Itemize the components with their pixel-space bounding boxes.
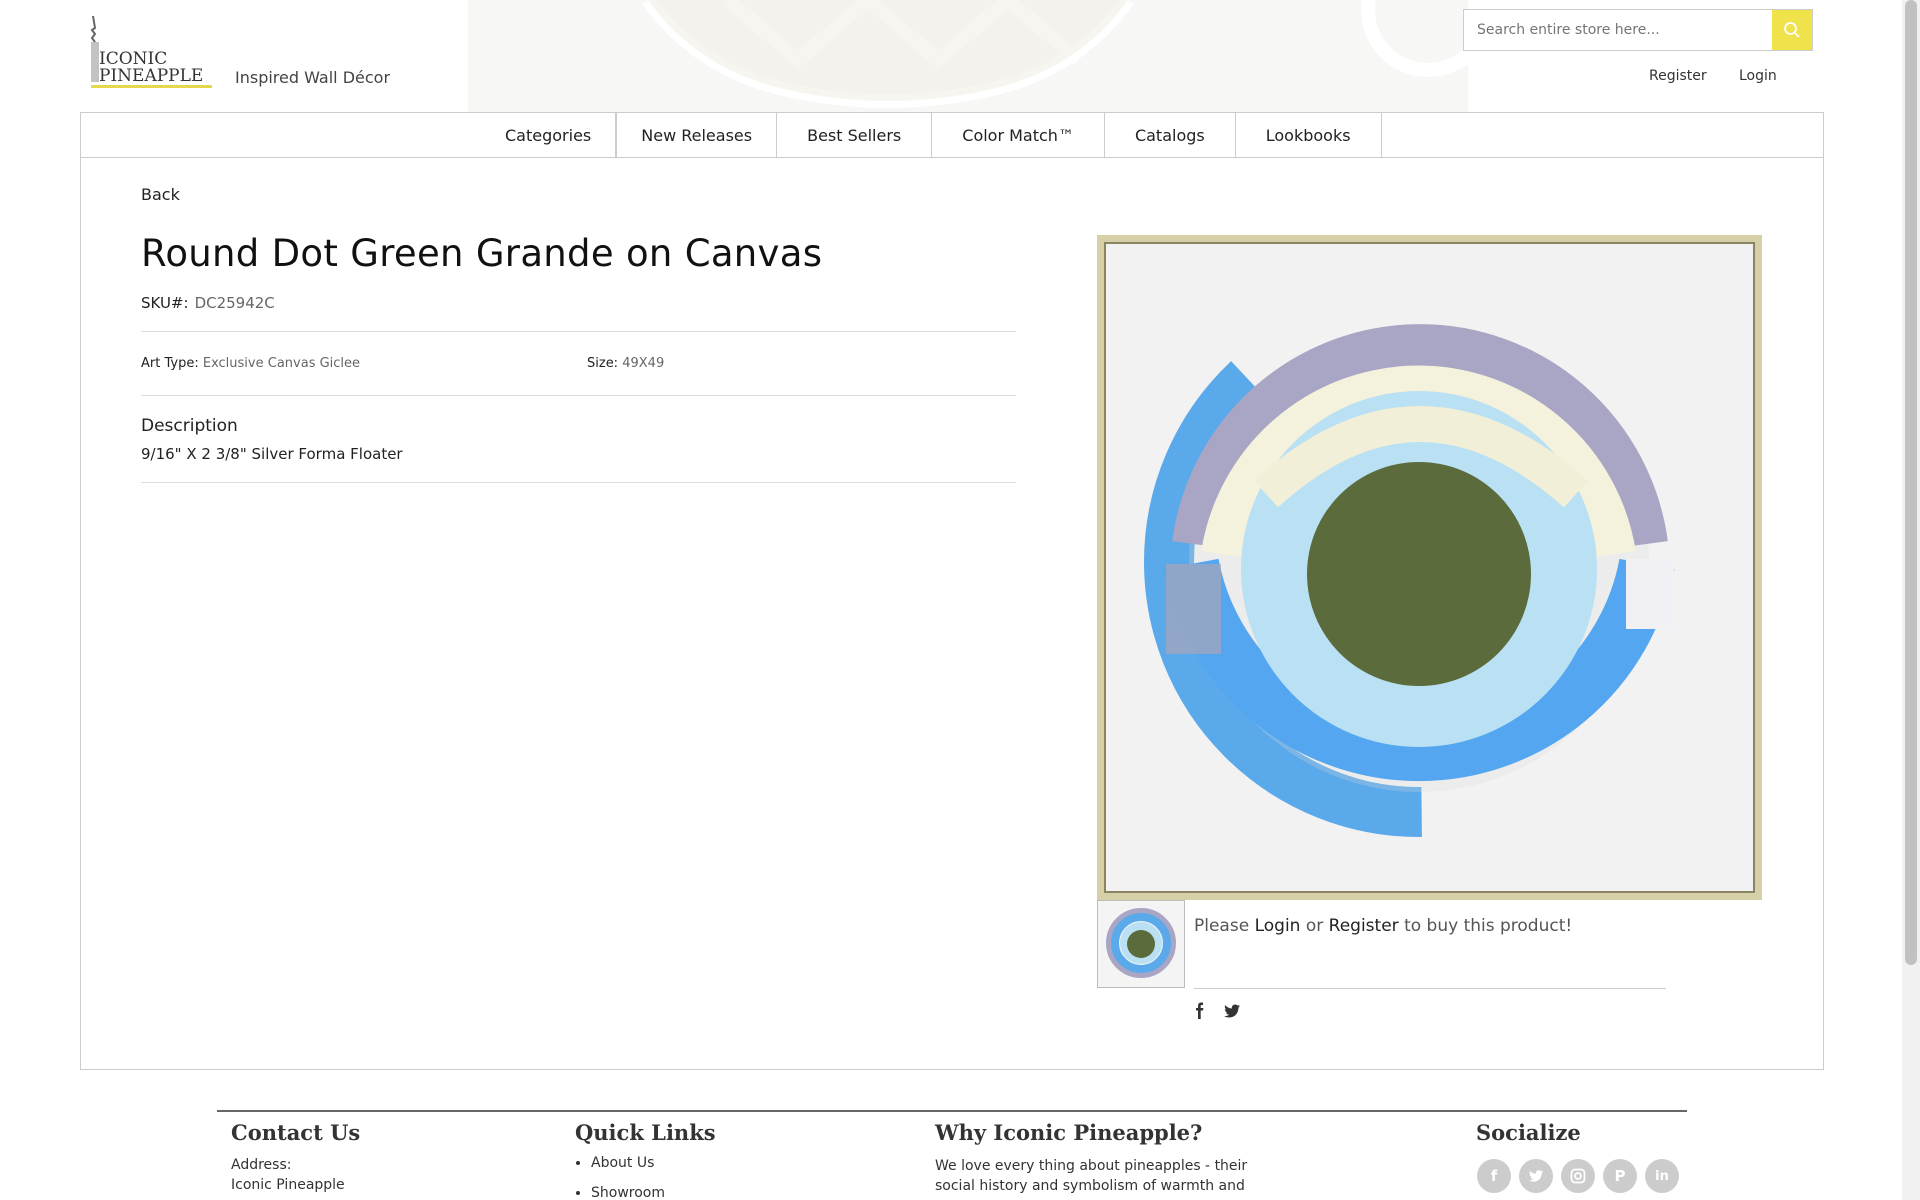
iconic-pineapple-logo[interactable]: ICONIC PINEAPPLE — [89, 14, 214, 90]
nav-new-releases[interactable]: New Releases — [616, 113, 778, 157]
divider — [141, 395, 1016, 396]
size: Size: 49X49 — [587, 356, 664, 371]
footer-address-line: Iconic Pineapple — [231, 1177, 345, 1193]
nav-categories[interactable]: Categories — [481, 113, 617, 157]
register-link[interactable]: Register — [1649, 68, 1707, 84]
art-type-value: Exclusive Canvas Giclee — [202, 356, 361, 371]
login-to-buy-message: Please Login or Register to buy this pro… — [1194, 916, 1572, 936]
divider — [141, 482, 1016, 483]
footer-why-text-line1: We love every thing about pineapples - t… — [935, 1158, 1248, 1174]
tagline: Inspired Wall Décor — [235, 68, 391, 87]
header-background-pattern — [468, 0, 1468, 112]
footer-twitter-icon[interactable] — [1519, 1159, 1553, 1193]
buy-or: or — [1305, 916, 1324, 936]
login-link[interactable]: Login — [1739, 68, 1777, 84]
size-label: Size: — [587, 356, 619, 371]
footer-instagram-icon[interactable] — [1561, 1159, 1595, 1193]
search-icon — [1784, 22, 1800, 38]
nav-catalogs[interactable]: Catalogs — [1105, 113, 1236, 157]
thumbnail-artwork — [1098, 901, 1184, 987]
footer-socialize-heading: Socialize — [1476, 1120, 1581, 1145]
page-scrollbar-thumb[interactable] — [1905, 0, 1917, 965]
sku-label: SKU#: — [141, 294, 189, 312]
description-text: 9/16" X 2 3/8" Silver Forma Floater — [141, 445, 403, 463]
footer-address-label: Address: — [231, 1157, 292, 1173]
search-input[interactable] — [1464, 10, 1764, 50]
product-title: Round Dot Green Grande on Canvas — [141, 232, 823, 275]
footer-link-showroom[interactable]: Showroom — [591, 1185, 665, 1200]
footer-why-heading: Why Iconic Pineapple? — [935, 1120, 1203, 1145]
footer-facebook-icon[interactable]: f — [1477, 1159, 1511, 1193]
footer-quicklinks-heading: Quick Links — [575, 1120, 716, 1145]
description-heading: Description — [141, 416, 238, 436]
footer-link-about-us[interactable]: About Us — [591, 1155, 665, 1171]
product-thumbnail[interactable] — [1097, 900, 1185, 988]
nav-lookbooks[interactable]: Lookbooks — [1236, 113, 1382, 157]
footer-pinterest-icon[interactable]: P — [1603, 1159, 1637, 1193]
footer-contact-heading: Contact Us — [231, 1120, 361, 1145]
share-divider — [1194, 988, 1666, 989]
buy-suffix: to buy this product! — [1404, 916, 1573, 936]
back-link[interactable]: Back — [141, 185, 180, 204]
art-type: Art Type: Exclusive Canvas Giclee — [141, 356, 360, 371]
buy-prefix: Please — [1194, 916, 1250, 936]
buy-register-link[interactable]: Register — [1329, 916, 1399, 936]
footer-why-text-line2: social history and symbolism of warmth a… — [935, 1178, 1245, 1194]
logo-text-line2: PINEAPPLE — [99, 66, 203, 86]
size-value: 49X49 — [622, 356, 665, 371]
nav-best-sellers[interactable]: Best Sellers — [777, 113, 933, 157]
art-type-label: Art Type: — [141, 356, 199, 371]
footer-quicklinks-list: About Us Showroom — [575, 1155, 665, 1200]
footer-linkedin-icon[interactable]: in — [1645, 1159, 1679, 1193]
sku-row: SKU#: DC25942C — [141, 294, 275, 312]
search-bar — [1463, 9, 1813, 51]
facebook-icon[interactable] — [1191, 1002, 1209, 1020]
search-button[interactable] — [1772, 10, 1812, 50]
product-image[interactable] — [1097, 235, 1762, 900]
twitter-icon[interactable] — [1223, 1002, 1241, 1020]
product-artwork — [1106, 244, 1753, 891]
sku-value: DC25942C — [194, 294, 275, 312]
footer-divider — [217, 1110, 1687, 1112]
main-navigation: Categories New Releases Best Sellers Col… — [81, 113, 1823, 158]
nav-color-match[interactable]: Color Match™ — [932, 113, 1105, 157]
divider — [141, 331, 1016, 332]
buy-login-link[interactable]: Login — [1255, 916, 1301, 936]
